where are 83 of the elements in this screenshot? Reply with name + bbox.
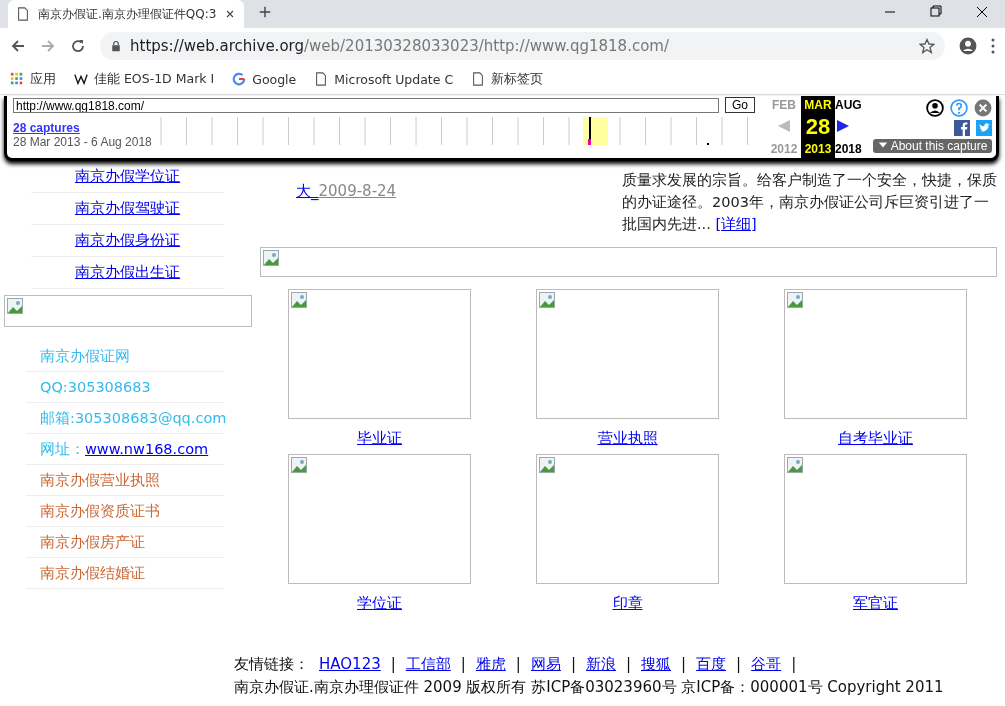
page-icon[interactable] xyxy=(471,72,486,86)
google-g-icon[interactable] xyxy=(232,72,247,86)
account-icon[interactable] xyxy=(959,37,977,55)
product-link[interactable]: 军官证 xyxy=(853,594,898,613)
product-link[interactable]: 自考毕业证 xyxy=(838,429,913,448)
separator: | xyxy=(460,654,466,675)
copyright-text: 南京办假证.南京办理假证件 2009 版权所有 苏ICP备03023960号 京ICP备：000001号 Copyright 2011 xyxy=(234,677,945,698)
twitter-bird-icon[interactable] xyxy=(976,120,993,136)
captures-link[interactable]: 28 captures xyxy=(13,121,157,135)
new-tab-icon[interactable] xyxy=(258,5,273,19)
intro-paragraph: 质量求发展的宗旨。给客户制造了一个安全，快捷，保质的办证途径。2003年，南京办假证公司斥巨资引进了一批国内先进... [详细] xyxy=(622,171,997,234)
friend-link[interactable]: 谷哥 xyxy=(751,653,782,676)
category-link[interactable]: 南京办假驾驶证 xyxy=(75,199,180,218)
news-link[interactable]: 大_ xyxy=(296,182,319,200)
separator: | xyxy=(681,654,687,675)
friend-link[interactable]: 搜狐 xyxy=(641,653,672,676)
next-arrow-icon[interactable] xyxy=(835,118,851,134)
broken-image-icon xyxy=(539,457,555,473)
service-link[interactable]: 南京办假营业执照 xyxy=(40,470,160,490)
bookmark[interactable]: Microsoft Update C xyxy=(314,71,454,87)
reload-icon[interactable] xyxy=(70,38,86,54)
friend-link[interactable]: 百度 xyxy=(696,653,727,676)
service-link[interactable]: 南京办假房产证 xyxy=(40,532,145,552)
broken-image-icon xyxy=(291,292,307,308)
website-label: 网址： xyxy=(40,439,85,459)
back-icon[interactable] xyxy=(10,38,26,54)
category-link[interactable]: 南京办假学位证 xyxy=(75,167,180,186)
apps-grid-icon[interactable] xyxy=(10,72,24,86)
url-field[interactable]: http://www.qg1818.com/ xyxy=(13,98,719,113)
contact-text: 邮箱:305308683@qq.com xyxy=(40,408,227,428)
details-link[interactable]: [详细] xyxy=(715,216,757,232)
service-link[interactable]: 南京办假结婚证 xyxy=(40,563,145,583)
go-button[interactable]: Go xyxy=(725,96,755,113)
friend-link[interactable]: 新浪 xyxy=(585,653,616,676)
product-link[interactable]: 营业执照 xyxy=(597,429,658,448)
browser-tab[interactable]: 南京办假证.南京办理假证件QQ:3 xyxy=(8,0,245,28)
friend-link[interactable]: 工信部 xyxy=(405,653,451,676)
bookmark[interactable]: 佳能 EOS-1D Mark I xyxy=(74,70,215,88)
broken-image-icon xyxy=(539,292,555,308)
close-icon[interactable] xyxy=(974,99,993,117)
page-icon[interactable] xyxy=(314,72,329,86)
separator: | xyxy=(515,654,521,675)
product-link[interactable]: 印章 xyxy=(612,594,643,613)
about-capture-button[interactable]: About this capture xyxy=(873,139,993,153)
separator: | xyxy=(390,654,396,675)
friend-link[interactable]: 雅虎 xyxy=(475,653,506,676)
star-icon[interactable] xyxy=(919,38,935,54)
separator: | xyxy=(791,654,797,675)
lock-icon xyxy=(110,40,122,52)
capture-range: 28 Mar 2013 - 6 Aug 2018 xyxy=(13,135,153,149)
help-icon[interactable] xyxy=(950,99,969,117)
contact-text: QQ:305308683 xyxy=(40,379,151,395)
friend-link[interactable]: 网易 xyxy=(530,653,561,676)
separator: | xyxy=(625,654,632,675)
page-icon[interactable] xyxy=(16,7,30,21)
broken-image-icon xyxy=(787,292,803,308)
month-link[interactable]: AUG 2018 xyxy=(835,96,869,158)
bookmark[interactable]: 新标签页 xyxy=(471,70,544,88)
selected-date[interactable]: MAR 28 2013 xyxy=(801,96,835,158)
product-link[interactable]: 学位证 xyxy=(357,594,402,613)
friend-link[interactable]: HAO123 xyxy=(319,653,381,676)
broken-image-icon xyxy=(263,250,279,266)
broken-image-icon xyxy=(291,457,307,473)
links-label: 友情链接： xyxy=(234,654,309,675)
menu-icon[interactable] xyxy=(991,38,995,54)
website-link[interactable]: www.nw168.com xyxy=(85,441,209,457)
separator: | xyxy=(570,654,576,675)
account-icon[interactable] xyxy=(926,99,945,117)
facebook-icon[interactable] xyxy=(954,120,971,136)
separator: | xyxy=(736,654,742,675)
product-link[interactable]: 毕业证 xyxy=(357,429,402,448)
bookmark[interactable]: Google xyxy=(232,71,297,87)
news-date: 2009-8-24 xyxy=(318,182,397,200)
service-link[interactable]: 南京办假资质证书 xyxy=(40,501,160,521)
serif-w-icon[interactable] xyxy=(74,72,88,86)
contact-text: 南京办假证网 xyxy=(40,346,130,366)
broken-image-icon xyxy=(787,457,803,473)
category-link[interactable]: 南京办假身份证 xyxy=(75,231,180,250)
category-link[interactable]: 南京办假出生证 xyxy=(75,263,180,282)
dropdown-triangle-icon xyxy=(878,140,888,150)
broken-image-icon xyxy=(7,298,23,314)
bookmark[interactable]: 应用 xyxy=(10,70,56,88)
address-bar[interactable]: https://web.archive.org/web/20130328033023/http://www.qg1818.com/ xyxy=(100,32,945,60)
